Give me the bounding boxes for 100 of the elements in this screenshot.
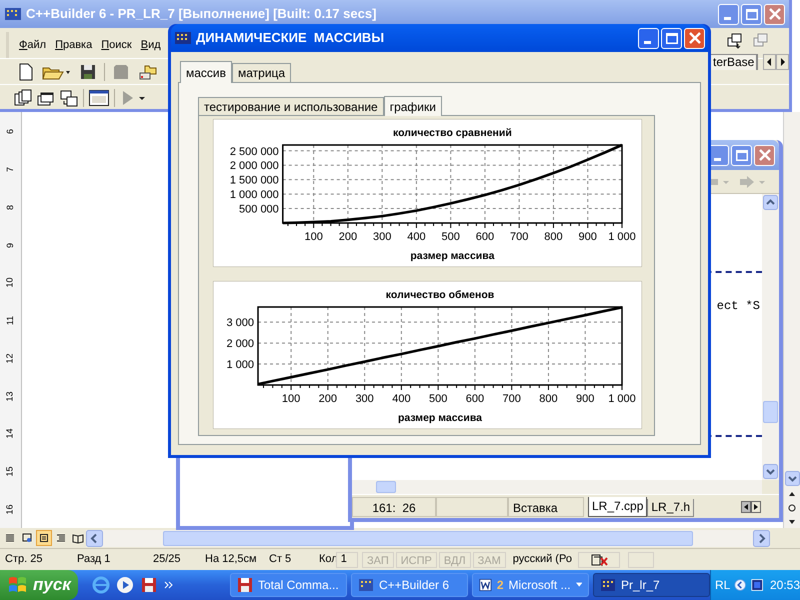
window-title: C++Builder 6 - PR_LR_7 [Выполнение] [Built: 0.17 secs]: [26, 5, 378, 24]
tab[interactable]: тестирование и использование: [198, 97, 384, 115]
save-icon[interactable]: [80, 64, 96, 80]
close-button[interactable]: [684, 28, 705, 48]
status-panel: [436, 496, 508, 516]
ruler-number: 12: [6, 353, 15, 364]
axis-tick-label: 600: [466, 393, 484, 405]
open-project-icon[interactable]: [137, 62, 157, 80]
browser-icon[interactable]: [92, 576, 110, 594]
scroll-right-icon[interactable]: [753, 530, 770, 546]
file-tab[interactable]: LR_7.cpp: [588, 496, 648, 516]
maximize-button[interactable]: [741, 4, 762, 24]
menu-item[interactable]: Вид: [140, 36, 161, 54]
ruler-number: 6: [6, 129, 15, 134]
scroll-thumb[interactable]: [763, 401, 778, 423]
scrollbar[interactable]: [86, 530, 770, 546]
tab-scroll-icon[interactable]: [763, 54, 790, 70]
axis-tick-label: 900: [576, 393, 594, 405]
axis-tick-label: 1 500 000: [230, 174, 279, 187]
save-icon: [237, 577, 253, 593]
ruler-number: 14: [6, 428, 15, 439]
chevron-icon[interactable]: [164, 580, 174, 590]
ruler-number: 10: [6, 278, 15, 288]
minimize-button[interactable]: [638, 28, 659, 48]
scroll-up-icon[interactable]: [763, 195, 778, 210]
axis-tick-label: 200: [338, 231, 358, 243]
new-file-icon[interactable]: [18, 62, 34, 80]
view-units-icon[interactable]: [14, 88, 32, 106]
axis-tick-label: 1 000: [608, 231, 636, 243]
component-tab[interactable]: terBase: [710, 54, 758, 70]
maximize-icon: [746, 8, 758, 20]
code-line: ect *S: [716, 298, 760, 315]
close-icon: [688, 32, 700, 44]
close-icon: [768, 8, 780, 20]
status-panel: [628, 552, 654, 568]
app-icon: [358, 577, 374, 593]
taskbar-button[interactable]: 2 Microsoft ...: [472, 573, 589, 597]
maximize-button[interactable]: [731, 144, 752, 166]
tab[interactable]: массив: [180, 61, 232, 83]
status-text: Разд 1: [76, 552, 112, 568]
close-icon: [758, 149, 770, 161]
minimize-button[interactable]: [718, 4, 739, 24]
close-button[interactable]: [754, 144, 775, 166]
taskbar-button[interactable]: Total Comma...: [230, 573, 347, 597]
scroll-thumb[interactable]: [376, 481, 396, 493]
spelling-error-icon: [588, 552, 609, 566]
axis-tick-label: 200: [318, 393, 338, 405]
scroll-thumb[interactable]: [163, 530, 693, 546]
axis-tick-label: 2 000 000: [230, 160, 279, 172]
web-page-icon: [21, 532, 33, 544]
menu-item[interactable]: Поиск: [101, 36, 132, 54]
axis-tick-label: 700: [510, 231, 528, 243]
ruler-number: 7: [6, 167, 15, 172]
axis-tick-label: 100: [304, 231, 323, 243]
axis-title: размер массива: [398, 412, 482, 424]
menu-item[interactable]: Файл: [19, 36, 46, 54]
scroll-down-icon[interactable]: [784, 471, 800, 486]
app-icon: [600, 577, 616, 593]
status-text: 25/25: [152, 552, 182, 568]
tray-app-icon[interactable]: [750, 577, 763, 593]
scroll-down-icon[interactable]: [763, 464, 778, 479]
save-icon[interactable]: [140, 576, 158, 594]
view-button[interactable]: [36, 530, 52, 546]
taskbar-button[interactable]: C++Builder 6: [351, 573, 468, 597]
maximize-button[interactable]: [661, 28, 682, 48]
taskbar-button[interactable]: Pr_lr_7: [593, 573, 710, 597]
toggle-form-icon[interactable]: [60, 88, 78, 106]
windows-logo-icon: [8, 576, 28, 594]
windows-icon[interactable]: [726, 32, 744, 50]
tab[interactable]: матрица: [232, 63, 292, 82]
ruler-number: 9: [6, 242, 15, 248]
scrollbar[interactable]: [762, 194, 779, 480]
ruler-number: 15: [6, 466, 15, 476]
axis-tick-label: 400: [407, 231, 426, 243]
axis-tick-label: 100: [282, 393, 300, 405]
app-icon: [4, 6, 22, 22]
status-panel: [336, 552, 358, 568]
status-text: русский (Ро: [512, 552, 572, 568]
status-indicator: ЗАМ: [472, 552, 506, 568]
scrollbar[interactable]: [783, 112, 800, 530]
chart-title: количество сравнений: [393, 127, 512, 139]
new-form-icon[interactable]: [89, 90, 109, 106]
file-tab[interactable]: LR_7.h: [647, 498, 694, 516]
play-icon[interactable]: [116, 576, 134, 594]
status-indicator: ЗАП: [362, 552, 394, 568]
run-icon[interactable]: [120, 88, 146, 106]
menu-item[interactable]: Правка: [55, 36, 92, 54]
lines-icon: [4, 532, 16, 544]
tab[interactable]: графики: [384, 96, 442, 116]
axis-tick-label: 3 000: [226, 317, 254, 330]
status-text: Стр. 25: [4, 552, 44, 568]
ruler-number: 16: [6, 504, 15, 514]
status-text: Вставка: [508, 496, 584, 516]
tab-scroll-icon[interactable]: [741, 500, 761, 512]
item-count: 2: [496, 577, 504, 594]
scroll-left-icon[interactable]: [86, 530, 103, 546]
scrollbar[interactable]: [352, 480, 762, 494]
close-button[interactable]: [764, 4, 785, 24]
status-text: Ст 5: [268, 552, 292, 568]
expand-tray-icon[interactable]: [734, 577, 747, 593]
